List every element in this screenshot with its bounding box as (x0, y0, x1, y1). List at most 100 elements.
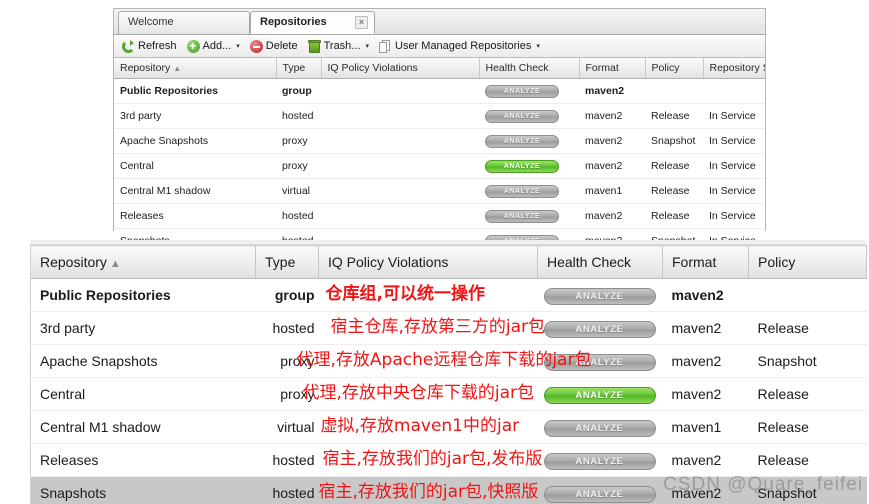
tab-welcome-label: Welcome (128, 16, 174, 28)
cell-iq-policy-violations: 代理,存放Apache远程仓库下载的jar包 (297, 344, 591, 378)
chevron-down-icon[interactable]: ▾ (536, 42, 540, 50)
cell-type: proxy (276, 128, 321, 154)
cell-type: hosted (255, 311, 319, 345)
cell-type: hosted (255, 443, 319, 477)
col-health-check[interactable]: Health Check (479, 58, 580, 79)
analyze-button[interactable]: ANALYZE (543, 485, 656, 503)
table-row[interactable]: 3rd party hosted ANALYZE maven2 Release In Se… (114, 103, 765, 129)
delete-icon (249, 39, 263, 53)
cell-health-check: ANALYZE (537, 377, 663, 411)
add-button[interactable]: Add... ▾ (183, 37, 244, 55)
repositories-table-zoomed: Repository ▲ Type IQ Policy Violations He… (30, 240, 867, 504)
trash-button[interactable]: Trash... ▾ (304, 39, 373, 54)
cell-format: maven2 (662, 311, 749, 345)
cell-repository-status: In Service (703, 203, 765, 229)
analyze-button[interactable]: ANALYZE (543, 386, 656, 404)
cell-type: virtual (255, 410, 319, 444)
cell-format: maven2 (579, 78, 645, 104)
user-managed-repositories-button[interactable]: User Managed Repositories ▾ (375, 39, 544, 54)
table-row[interactable]: Public Repositories group ANALYZE maven2 (114, 78, 765, 104)
add-icon (186, 37, 200, 55)
table-row[interactable]: Central M1 shadow virtual 虚拟,存放maven1中的jar… (30, 410, 867, 444)
table-row[interactable]: Releases hosted 宿主,存放我们的jar包,发布版 ANALYZE mav… (30, 443, 867, 477)
analyze-button[interactable]: ANALYZE (485, 185, 559, 198)
table-header-row: Repository ▲ Type IQ Policy Violations He… (30, 245, 867, 279)
repositories-table-large: Repository ▲ Type IQ Policy Violations He… (30, 245, 867, 504)
delete-button[interactable]: Delete (246, 39, 302, 54)
tab-repositories[interactable]: Repositories × (250, 11, 375, 34)
col-format[interactable]: Format (662, 245, 749, 279)
analyze-button[interactable]: ANALYZE (485, 210, 559, 223)
annotation-text: 宿主,存放我们的jar包,发布版 (322, 449, 543, 469)
cell-type: proxy (255, 377, 319, 411)
col-repository-status[interactable]: Repository Status (703, 58, 765, 79)
trash-label: Trash... (323, 40, 361, 52)
trash-icon (307, 39, 321, 53)
cell-type: hosted (276, 103, 321, 129)
col-repository[interactable]: Repository ▲ (30, 245, 256, 279)
tab-welcome[interactable]: Welcome (118, 11, 250, 34)
table-row[interactable]: Apache Snapshots proxy 代理,存放Apache远程仓库下载的j… (30, 344, 867, 378)
cell-iq-policy-violations: 宿主仓库,存放第三方的jar包 (318, 311, 545, 345)
col-type[interactable]: Type (255, 245, 319, 279)
col-policy[interactable]: Policy (748, 245, 867, 279)
cell-format: maven2 (579, 153, 645, 179)
analyze-button[interactable]: ANALYZE (543, 287, 656, 305)
cell-health-check: ANALYZE (479, 78, 579, 104)
sort-asc-icon: ▲ (173, 64, 182, 73)
table-row[interactable]: Central M1 shadow virtual ANALYZE maven1 Rel… (114, 178, 765, 204)
cell-policy: Release (748, 443, 867, 477)
cell-type: group (276, 78, 321, 104)
cell-iq-policy-violations (321, 103, 479, 129)
chevron-down-icon[interactable]: ▾ (236, 42, 240, 50)
cell-format: maven2 (662, 443, 749, 477)
cell-policy (748, 278, 867, 312)
refresh-button[interactable]: Refresh (118, 39, 181, 54)
cell-repository: Releases (30, 443, 256, 477)
cell-repository: Apache Snapshots (30, 344, 256, 378)
analyze-button[interactable]: ANALYZE (485, 160, 559, 173)
cell-type: proxy (255, 344, 319, 378)
col-repository-label: Repository (120, 62, 171, 74)
annotation-text: 仓库组,可以统一操作 (325, 284, 485, 304)
table-row[interactable]: 3rd party hosted 宿主仓库,存放第三方的jar包 ANALYZE mav… (30, 311, 867, 345)
analyze-button[interactable]: ANALYZE (543, 320, 656, 338)
table-row[interactable]: Releases hosted ANALYZE maven2 Release In Ser… (114, 203, 765, 229)
tab-strip: Welcome Repositories × (114, 9, 765, 35)
cell-repository: Public Repositories (30, 278, 256, 312)
col-iq-policy-violations[interactable]: IQ Policy Violations (321, 58, 480, 79)
table-row[interactable]: Public Repositories group 仓库组,可以统一操作 ANALYZ… (30, 278, 867, 312)
col-format[interactable]: Format (579, 58, 646, 79)
chevron-down-icon[interactable]: ▾ (365, 42, 369, 50)
cell-health-check: ANALYZE (537, 278, 663, 312)
col-health-check[interactable]: Health Check (537, 245, 663, 279)
screenshot-root: Welcome Repositories × Refresh Add... ▾ … (0, 0, 869, 504)
cell-policy: Release (645, 153, 703, 179)
annotation-text: 宿主,存放我们的jar包,快照版 (318, 482, 539, 502)
table-row[interactable]: Central proxy ANALYZE maven2 Release In Servi… (114, 153, 765, 179)
col-iq-policy-violations[interactable]: IQ Policy Violations (318, 245, 538, 279)
analyze-button[interactable]: ANALYZE (485, 85, 559, 98)
cell-repository: Central (30, 377, 256, 411)
close-icon[interactable]: × (355, 16, 368, 29)
analyze-button[interactable]: ANALYZE (543, 452, 656, 470)
cell-policy (645, 78, 703, 104)
analyze-button[interactable]: ANALYZE (543, 419, 656, 437)
analyze-button[interactable]: ANALYZE (543, 353, 656, 371)
cell-repository: Central (114, 153, 276, 179)
cell-health-check: ANALYZE (479, 128, 579, 154)
cell-iq-policy-violations (321, 78, 479, 104)
cell-repository: 3rd party (114, 103, 276, 129)
cell-iq-policy-violations (321, 203, 479, 229)
col-repository[interactable]: Repository ▲ (114, 58, 277, 79)
col-type[interactable]: Type (276, 58, 322, 79)
analyze-button[interactable]: ANALYZE (485, 110, 559, 123)
cell-policy: Release (748, 311, 867, 345)
cell-repository: 3rd party (30, 311, 256, 345)
table-row[interactable]: Apache Snapshots proxy ANALYZE maven2 Snapsh… (114, 128, 765, 154)
analyze-button[interactable]: ANALYZE (485, 135, 559, 148)
col-policy[interactable]: Policy (645, 58, 704, 79)
table-row[interactable]: Central proxy 代理,存放中央仓库下载的jar包 ANALYZE maven… (30, 377, 867, 411)
cell-repository: Snapshots (30, 476, 256, 504)
cell-type: group (255, 278, 319, 312)
